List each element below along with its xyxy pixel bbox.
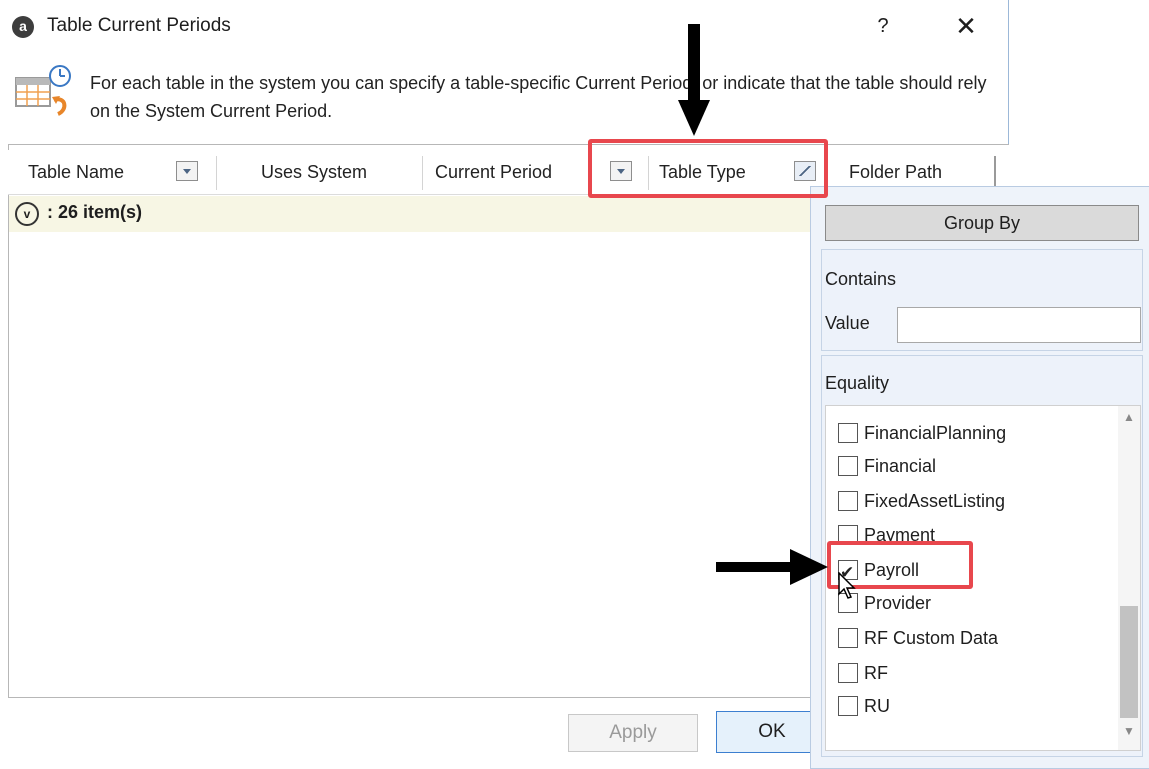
chevron-down-icon[interactable]: v [15,202,39,226]
highlight-box-table-type [588,139,828,198]
value-input[interactable] [897,307,1141,343]
list-item-label: RU [864,696,890,716]
scroll-down-icon[interactable]: ▼ [1118,724,1140,744]
list-item-label: Provider [864,593,932,613]
list-item-label: RF [864,663,888,683]
app-icon: a [12,16,34,38]
checkbox[interactable] [838,663,858,683]
info-description: For each table in the system you can spe… [90,73,987,121]
checkbox[interactable] [838,628,858,648]
equality-label: Equality [825,373,890,393]
column-resize-handle[interactable] [994,156,996,190]
column-separator [422,156,423,190]
scroll-thumb[interactable] [1120,606,1138,718]
apply-button[interactable]: Apply [568,714,698,752]
group-item-count: : 26 item(s) [47,202,143,222]
table-type-filter-popup: Group By Contains Value Equality Financi… [810,186,1149,769]
value-label: Value [825,313,870,333]
list-item-label: FinancialPlanning [864,423,1007,443]
checkbox[interactable] [838,423,858,443]
contains-label: Contains [825,269,897,289]
mouse-cursor-icon [838,572,856,599]
list-item-label: Financial [864,456,937,476]
close-button[interactable]: ✕ [946,10,986,42]
list-item-label: RF Custom Data [864,628,999,648]
window-title: Table Current Periods [47,15,231,36]
column-header-uses-system[interactable]: Uses System [261,150,367,194]
scrollbar[interactable]: ▲ ▼ [1118,406,1140,750]
list-item-label: FixedAssetListing [864,491,1006,511]
group-by-button[interactable]: Group By [825,205,1139,241]
checkbox[interactable] [838,456,858,476]
column-separator [216,156,217,190]
calendar-clock-icon [15,65,71,116]
checkbox[interactable] [838,491,858,511]
column-header-current-period[interactable]: Current Period [435,150,552,194]
scroll-up-icon[interactable]: ▲ [1118,410,1140,430]
title-bar: a Table Current Periods ? ✕ [0,0,1008,52]
column-header-table-name[interactable]: Table Name [28,150,124,194]
table-name-filter-button[interactable] [176,161,198,181]
help-button[interactable]: ? [868,12,898,40]
checkbox[interactable] [838,696,858,716]
group-row[interactable]: v : 26 item(s) [9,196,819,232]
